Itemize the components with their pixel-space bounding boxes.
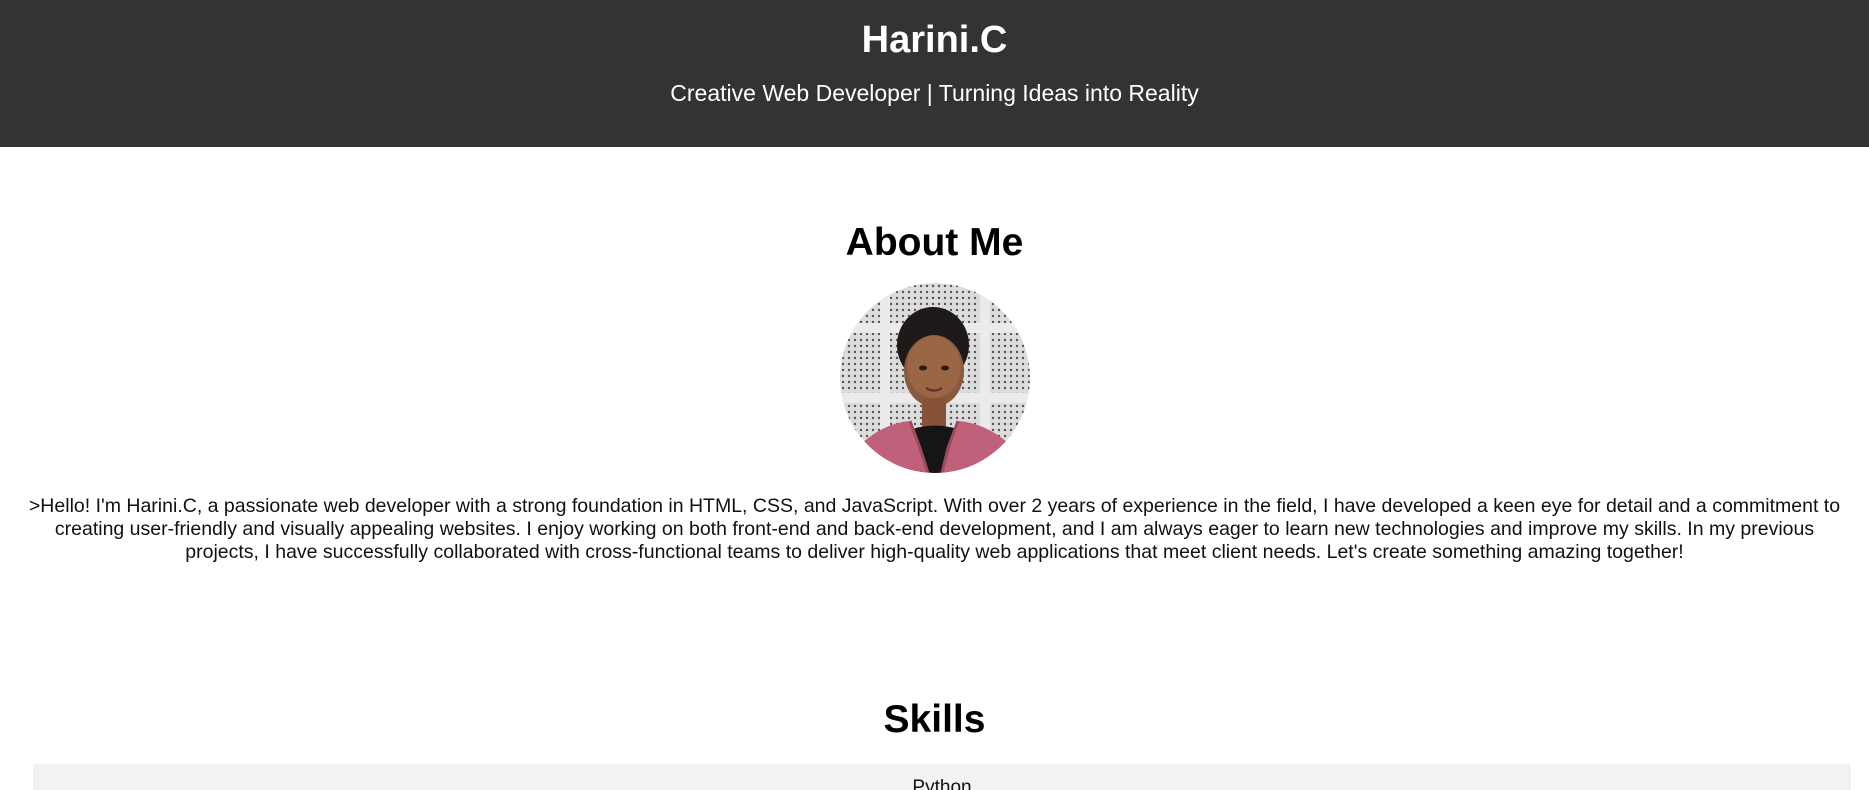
site-name: Harini.C — [861, 19, 1008, 61]
profile-photo-illustration — [839, 283, 1030, 473]
site-tagline: Creative Web Developer | Turning Ideas i… — [670, 80, 1199, 106]
about-paragraph: >Hello! I'm Harini.C, a passionate web d… — [28, 495, 1841, 563]
profile-photo — [839, 283, 1030, 473]
about-heading: About Me — [845, 221, 1024, 264]
about-section: About Me >Hello! I'm Harini.C, a passion… — [0, 147, 1869, 564]
skills-section: Skills Python — [0, 564, 1869, 790]
skills-list: Python — [33, 764, 1851, 790]
site-header: Harini.C Creative Web Developer | Turnin… — [0, 0, 1869, 147]
skills-heading: Skills — [883, 698, 986, 741]
skill-item-python: Python — [33, 764, 1851, 790]
